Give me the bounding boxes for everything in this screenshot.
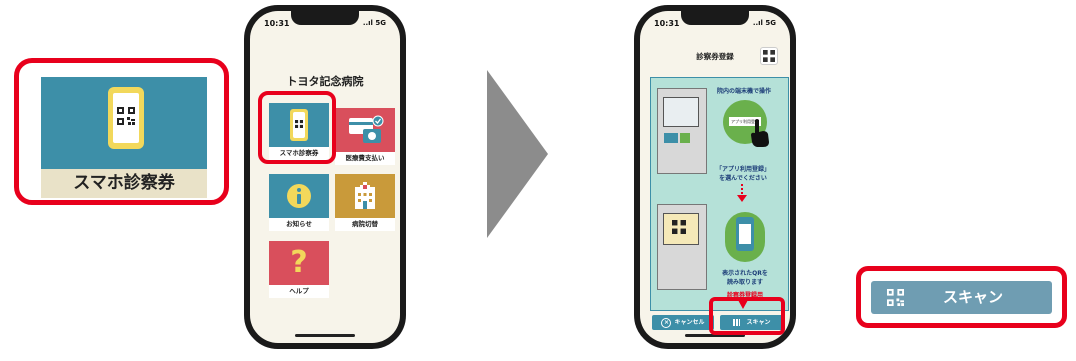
smartphone-card-callout: スマホ診察券 — [14, 58, 229, 205]
scan-label: スキャン — [943, 288, 1004, 306]
status-time: 10:31 — [654, 19, 680, 28]
step1-instruction-line2: を選んでください — [719, 175, 767, 182]
card-payment-icon — [349, 115, 384, 143]
qr-code-icon — [887, 289, 904, 306]
tile-label: 病院切替 — [335, 218, 395, 231]
tile-label: 医療費支払い — [335, 152, 395, 165]
pointing-hand-icon — [751, 119, 769, 147]
tile-medical-payment[interactable]: 医療費支払い — [335, 108, 395, 165]
qr-phone-icon — [108, 87, 144, 149]
tile-notices[interactable]: お知らせ — [269, 174, 329, 231]
close-icon: × — [661, 317, 672, 328]
home-indicator — [295, 334, 355, 337]
status-signal: ..ıl 5G — [752, 19, 776, 27]
status-time: 10:31 — [264, 19, 290, 28]
cancel-label: キャンセル — [674, 319, 705, 326]
tile-switch-hospital[interactable]: 病院切替 — [335, 174, 395, 231]
tile-label: ヘルプ — [269, 285, 329, 298]
hospital-icon — [355, 182, 375, 209]
down-arrow-icon — [737, 184, 747, 202]
step1-instruction-line1: 「アプリ利用登録」 — [715, 166, 770, 173]
qr-code-icon[interactable] — [760, 47, 778, 65]
next-step-arrow-icon — [487, 70, 548, 238]
status-signal: ..ıl 5G — [362, 19, 386, 27]
scan-button-highlight — [709, 297, 785, 335]
home-phone: 10:31 ..ıl 5G トヨタ記念病院 スマホ診察券 医療費支払い お知らせ… — [244, 5, 406, 349]
scan-button[interactable]: スキャン — [871, 281, 1052, 314]
cancel-button[interactable]: × キャンセル — [652, 315, 714, 330]
help-icon: ? — [290, 245, 308, 280]
kiosk-illustration — [657, 88, 707, 174]
smartphone-card-tile-top — [41, 77, 207, 169]
tile-help[interactable]: ? ヘルプ — [269, 241, 329, 298]
tile-label: お知らせ — [269, 218, 329, 231]
tile-highlight — [258, 91, 336, 164]
registration-guide-panel: 院内の端末機で操作 アプリ利用登録 「アプリ利用登録」 を選んでください 表示さ… — [650, 77, 789, 311]
step1-caption: 院内の端末機で操作 — [716, 88, 771, 95]
hospital-name: トヨタ記念病院 — [286, 75, 364, 88]
step2-instruction-line2: 読み取ります — [726, 279, 763, 286]
kiosk-illustration — [657, 204, 707, 290]
step2-instruction-line1: 表示されたQRを — [722, 270, 768, 277]
phone-notch — [291, 11, 359, 25]
scan-button-callout: スキャン — [856, 266, 1067, 328]
info-icon — [287, 184, 311, 208]
phone-notch — [681, 11, 749, 25]
smartphone-card-label: スマホ診察券 — [41, 169, 207, 198]
qr-phone-icon — [725, 212, 765, 262]
